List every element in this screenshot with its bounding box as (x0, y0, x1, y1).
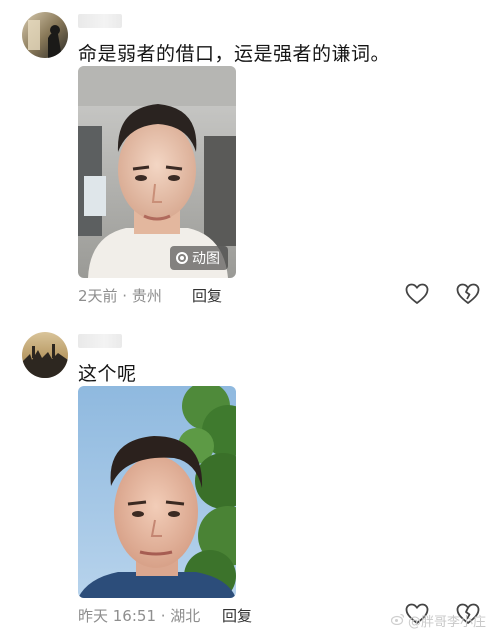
comment-meta: 2天前 · 贵州 (78, 287, 162, 305)
comment-item: 命是弱者的借口，运是强者的谦词。 动图 2天前 · 贵州 回复 (0, 0, 500, 320)
weibo-logo-icon (390, 613, 405, 629)
broken-heart-icon[interactable] (456, 283, 480, 305)
gif-icon (176, 252, 188, 264)
reply-button[interactable]: 回复 (222, 605, 252, 626)
comment-text: 命是弱者的借口，运是强者的谦词。 (78, 43, 391, 65)
username-blurred[interactable] (78, 334, 122, 348)
comment-image[interactable] (78, 386, 236, 598)
watermark: @胖哥李小庄 (390, 611, 486, 630)
gif-badge: 动图 (170, 246, 228, 270)
heart-outline-icon[interactable] (405, 283, 429, 305)
comment-meta: 昨天 16:51 · 湖北 (78, 607, 201, 625)
gif-badge-label: 动图 (192, 251, 220, 267)
username-blurred[interactable] (78, 14, 122, 28)
comment-text: 这个呢 (78, 363, 137, 385)
avatar[interactable] (22, 332, 68, 378)
comment-image[interactable]: 动图 (78, 66, 236, 278)
avatar[interactable] (22, 12, 68, 58)
watermark-text: @胖哥李小庄 (407, 615, 486, 630)
reply-button[interactable]: 回复 (192, 285, 222, 306)
comment-item: 这个呢 昨天 16:51 · 湖北 回复 (0, 320, 500, 636)
